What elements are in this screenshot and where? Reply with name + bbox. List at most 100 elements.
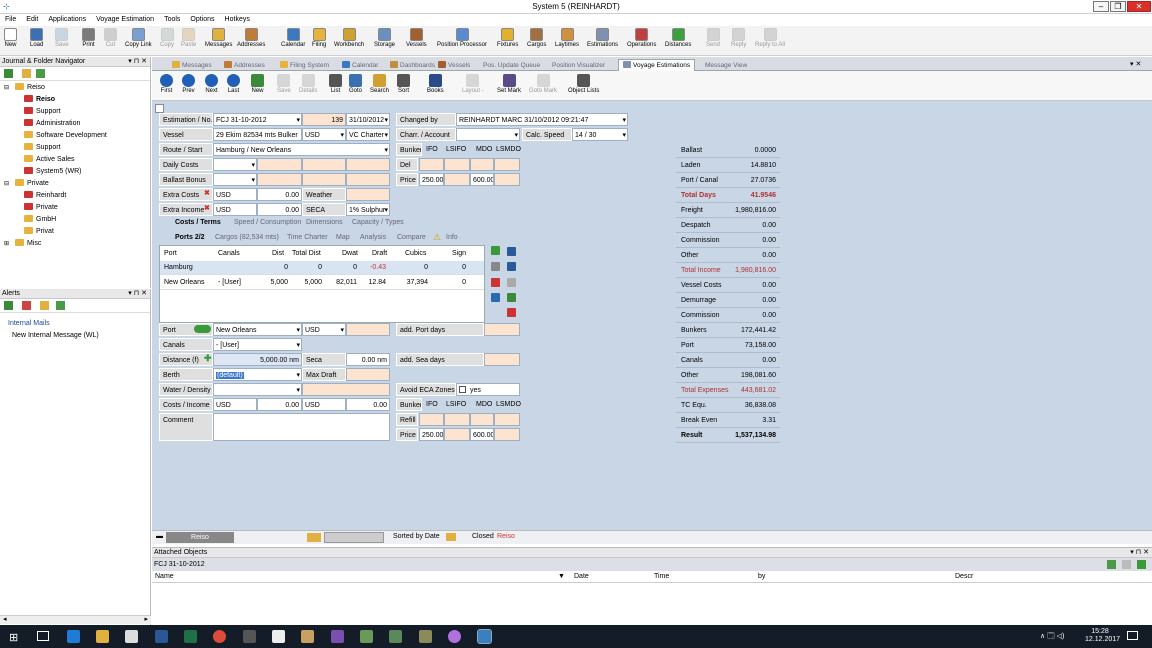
del-lsifo[interactable]	[444, 158, 470, 171]
refill-mdo[interactable]	[470, 413, 494, 426]
form-toggle-icon[interactable]	[155, 104, 164, 113]
water-density-select[interactable]	[213, 383, 302, 396]
tray-icons[interactable]: ∧ 🗔 ◁)	[1040, 632, 1064, 643]
refill-ifo[interactable]	[419, 413, 444, 426]
distances-button[interactable]: Distances	[665, 28, 691, 54]
costs-field[interactable]: 0.00	[257, 398, 302, 411]
subtab-time-charter[interactable]: Time Charter	[287, 234, 328, 241]
subtab-ports-2-2[interactable]: Ports 2/2	[175, 234, 205, 241]
flag-green-icon[interactable]	[491, 246, 500, 255]
tab-vessels[interactable]: Vessels	[438, 60, 470, 71]
edge-icon[interactable]	[67, 630, 80, 643]
tree-item[interactable]: Reinhardt	[24, 190, 66, 202]
laytimes-button[interactable]: Laytimes	[555, 28, 579, 54]
internal-mails-section[interactable]: Internal Mails	[8, 320, 50, 327]
menu-tools[interactable]: Tools	[159, 14, 185, 26]
ballast-bonus-field-3[interactable]	[346, 173, 390, 186]
position-processor-button[interactable]: Position Processor	[437, 28, 487, 54]
price-mdo-field[interactable]: 600.00	[470, 173, 494, 186]
remove-icon[interactable]: ✖	[204, 189, 210, 197]
avoid-eca-checkbox[interactable]: yes	[456, 383, 520, 396]
changed-by-field[interactable]: REINHARDT MARC 31/10/2012 09:21:47	[456, 113, 628, 126]
ballast-bonus-field-2[interactable]	[302, 173, 346, 186]
expand-icon[interactable]: ⊞	[4, 241, 9, 247]
copy-button[interactable]: Copy	[160, 28, 174, 54]
estimation-date-field[interactable]: 31/10/2012	[346, 113, 390, 126]
record-detailsbutton[interactable]: Details	[299, 74, 317, 100]
addresses-button[interactable]: Addresses	[237, 28, 265, 54]
del-ifo[interactable]	[419, 158, 444, 171]
add-port-days-field[interactable]	[484, 323, 520, 336]
record-prevbutton[interactable]: Prev	[182, 74, 195, 100]
menu-edit[interactable]: Edit	[21, 14, 43, 26]
tree-item[interactable]: Privat	[24, 226, 54, 238]
operations-button[interactable]: Operations	[627, 28, 656, 54]
copy-link-button[interactable]: Copy Link	[125, 28, 152, 54]
alert-flag-icon[interactable]	[22, 301, 31, 310]
daily-costs-field[interactable]	[257, 158, 302, 171]
vessels-button[interactable]: Vessels	[406, 28, 427, 54]
calc-speed-field[interactable]: 14 / 30	[572, 128, 628, 141]
record-savebutton[interactable]: Save	[277, 74, 291, 100]
reply-button[interactable]: Reply	[731, 28, 746, 54]
column-header[interactable]: Draft	[372, 247, 387, 260]
app-icon-5[interactable]	[389, 630, 402, 643]
expand-icon[interactable]: ⊟	[4, 181, 9, 187]
column-header[interactable]: Dist	[272, 247, 284, 260]
app-icon-7[interactable]	[448, 630, 461, 643]
cargos-button[interactable]: Cargos	[527, 28, 546, 54]
attach-refresh-icon[interactable]	[1137, 560, 1146, 569]
extra-income-currency[interactable]: USD	[213, 203, 257, 216]
price-ifo-field[interactable]: 250.00	[419, 173, 444, 186]
add-row-icon[interactable]	[507, 293, 516, 302]
fixtures-button[interactable]: Fixtures	[497, 28, 518, 54]
explorer-icon[interactable]	[96, 630, 109, 643]
vessel-currency-select[interactable]: USD	[302, 128, 346, 141]
table-row[interactable]: Hamburg 0 0 0 -0.43 0 0	[160, 261, 484, 275]
delete-icon[interactable]	[491, 278, 500, 287]
minimize-button[interactable]: –	[1093, 1, 1109, 12]
alert-refresh-icon[interactable]	[56, 301, 65, 310]
collapse-icon[interactable]: ▬	[156, 533, 163, 540]
table-icon[interactable]	[491, 293, 500, 302]
calendar-button[interactable]: Calendar	[281, 28, 305, 54]
alert-folder-icon[interactable]	[40, 301, 49, 310]
alert-tool-icon[interactable]	[4, 301, 13, 310]
storage-button[interactable]: Storage	[374, 28, 395, 54]
app-icon-2[interactable]	[301, 630, 314, 643]
maximize-button[interactable]: ❐	[1110, 1, 1126, 12]
chrome-icon[interactable]	[213, 630, 226, 643]
income-field[interactable]: 0.00	[346, 398, 390, 411]
column-header[interactable]: Total Dist	[292, 247, 321, 260]
folder-filter-icon[interactable]	[446, 533, 456, 541]
port-cost-field[interactable]	[346, 323, 390, 336]
menu-applications[interactable]: Applications	[43, 14, 91, 26]
tree-item[interactable]: ⊟ Reiso	[4, 82, 45, 94]
price-2-mdo[interactable]: 600.00	[470, 428, 494, 441]
send-button[interactable]: Send	[706, 28, 720, 54]
column-header[interactable]: Sign	[452, 247, 466, 260]
add-sea-days-field[interactable]	[484, 353, 520, 366]
seca-select[interactable]: 1% Sulphur	[346, 203, 390, 216]
app-icon-3[interactable]	[331, 630, 344, 643]
add-distance-icon[interactable]: ✚	[204, 353, 212, 364]
comment-textarea[interactable]	[213, 413, 390, 441]
expand-icon[interactable]: ⊟	[4, 85, 9, 91]
extra-costs-field[interactable]: 0.00	[257, 188, 302, 201]
water-density-field[interactable]	[302, 383, 390, 396]
menu-voyage-estimation[interactable]: Voyage Estimation	[91, 14, 159, 26]
new-doc-button[interactable]: New	[4, 28, 17, 54]
tree-item[interactable]: System5 (WR)	[24, 166, 82, 178]
attached-column-header[interactable]: Date	[574, 571, 589, 583]
tree-item[interactable]: Reiso	[24, 94, 55, 106]
tree-item[interactable]: Support	[24, 106, 61, 118]
port-currency-select[interactable]: USD	[302, 323, 346, 336]
nav-tool-icon[interactable]	[4, 69, 13, 78]
seca-distance-field[interactable]: 0.00 nm	[346, 353, 390, 366]
store-icon[interactable]	[125, 630, 138, 643]
record-goto-markbutton[interactable]: Goto Mark	[529, 74, 557, 100]
task-view-icon[interactable]	[37, 631, 49, 641]
subtab-map[interactable]: Map	[336, 234, 350, 241]
attached-column-header[interactable]: Time	[654, 571, 669, 583]
price-2-ifo[interactable]: 250.00	[419, 428, 444, 441]
